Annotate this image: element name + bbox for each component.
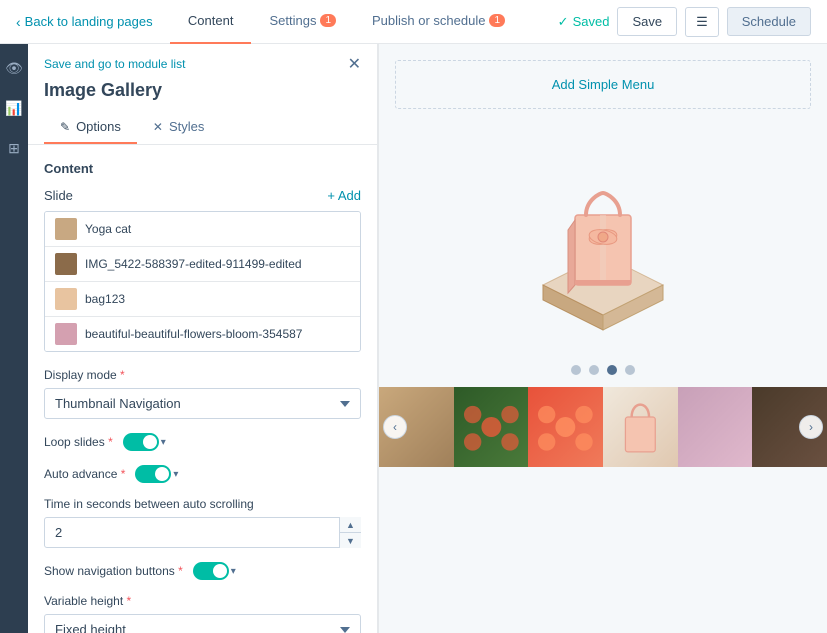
slide-list: Yoga cat IMG_5422-588397-edited-911499-e… [44, 211, 361, 352]
show-nav-label: Show navigation buttons * [44, 564, 183, 578]
loop-slides-switch[interactable] [123, 433, 159, 451]
display-mode-select[interactable]: Thumbnail Navigation Slideshow Grid [44, 388, 361, 419]
time-input[interactable] [44, 517, 361, 548]
slide-thumb-2 [55, 253, 77, 275]
thumbnails-row: ‹ › [379, 387, 827, 467]
nav-tabs: Content Settings 1 Publish or schedule 1 [170, 0, 523, 44]
thumb-3[interactable] [528, 387, 603, 467]
variable-height-label: Variable height * [44, 594, 361, 608]
panel-header: Save and go to module list ✕ Image Galle… [28, 44, 377, 145]
panel-title: Image Gallery [44, 80, 361, 111]
loop-slides-label: Loop slides * [44, 435, 113, 449]
check-icon: ✓ [558, 14, 569, 30]
variable-height-field: Variable height * Fixed height Variable … [44, 594, 361, 633]
required-indicator: * [120, 368, 125, 382]
dot-1[interactable] [571, 365, 581, 375]
tab-styles[interactable]: ✕ Styles [137, 111, 220, 144]
auto-advance-label: Auto advance * [44, 467, 125, 481]
schedule-button[interactable]: Schedule [727, 7, 811, 36]
add-menu-text[interactable]: Add Simple Menu [552, 77, 655, 92]
time-input-wrap: ▲ ▼ [44, 517, 361, 548]
toggle-arrow-icon[interactable]: ▾ [161, 437, 166, 448]
add-slide-link[interactable]: + Add [327, 188, 361, 203]
nav-actions: ✓ Saved Save ☰ Schedule [558, 7, 811, 37]
dot-3[interactable] [607, 365, 617, 375]
auto-advance-switch[interactable] [135, 465, 171, 483]
saved-status: ✓ Saved [558, 14, 610, 30]
slide-item[interactable]: IMG_5422-588397-edited-911499-edited [45, 247, 360, 282]
tab-publish[interactable]: Publish or schedule 1 [354, 0, 523, 44]
preview-area: Add Simple Menu [379, 44, 827, 633]
tab-settings[interactable]: Settings 1 [251, 0, 354, 44]
thumb-2[interactable] [454, 387, 529, 467]
save-module-link[interactable]: Save and go to module list [44, 57, 185, 71]
sidebar-icons: 👁 📊 ⊞ [0, 44, 28, 633]
slide-thumb-1 [55, 218, 77, 240]
x-icon: ✕ [153, 120, 163, 134]
time-field: Time in seconds between auto scrolling ▲… [44, 497, 361, 548]
slide-item[interactable]: bag123 [45, 282, 360, 317]
panel-body: Content Slide + Add Yoga cat IMG_5422-58… [28, 145, 377, 633]
bag-illustration [523, 155, 683, 335]
decrement-button[interactable]: ▼ [340, 533, 361, 548]
publish-badge: 1 [489, 14, 505, 27]
close-panel-button[interactable]: ✕ [348, 54, 361, 74]
time-label: Time in seconds between auto scrolling [44, 497, 361, 511]
gallery-preview: ‹ › [379, 125, 827, 467]
number-arrows: ▲ ▼ [339, 517, 361, 548]
tab-content[interactable]: Content [170, 0, 252, 44]
slide-label: Slide [44, 188, 73, 203]
auto-advance-toggle[interactable]: ▾ [135, 465, 178, 483]
tab-options[interactable]: ✎ Options [44, 111, 137, 144]
slide-thumb-4 [55, 323, 77, 345]
thumb-5[interactable] [678, 387, 753, 467]
editor-panel: Save and go to module list ✕ Image Galle… [28, 44, 378, 633]
thumb-4[interactable] [603, 387, 678, 467]
pencil-icon: ✎ [60, 120, 70, 134]
slide-header: Slide + Add [44, 188, 361, 203]
settings-badge: 1 [320, 14, 336, 27]
eye-icon[interactable]: 👁 [0, 54, 28, 82]
show-nav-toggle[interactable]: ▾ [193, 562, 236, 580]
add-menu-bar[interactable]: Add Simple Menu [395, 60, 811, 109]
slide-thumb-3 [55, 288, 77, 310]
variable-height-select[interactable]: Fixed height Variable height [44, 614, 361, 633]
grid-view-button[interactable]: ☰ [685, 7, 719, 37]
dot-2[interactable] [589, 365, 599, 375]
show-nav-row: Show navigation buttons * ▾ [44, 562, 361, 580]
main-image-area [483, 125, 723, 365]
panel-tabs: ✎ Options ✕ Styles [44, 111, 361, 144]
section-title: Content [44, 161, 361, 176]
loop-slides-toggle[interactable]: ▾ [123, 433, 166, 451]
dot-4[interactable] [625, 365, 635, 375]
slide-name-3: bag123 [85, 292, 125, 306]
main-image [503, 145, 703, 345]
modules-icon[interactable]: ⊞ [0, 134, 28, 162]
display-mode-field: Display mode * Thumbnail Navigation Slid… [44, 368, 361, 419]
show-nav-arrow-icon[interactable]: ▾ [231, 566, 236, 577]
slider-dots [571, 365, 635, 375]
loop-slides-row: Loop slides * ▾ [44, 433, 361, 451]
thumb-strip [379, 387, 827, 467]
back-link-text: Back to landing pages [25, 14, 153, 29]
slide-name-1: Yoga cat [85, 222, 131, 236]
slide-item[interactable]: Yoga cat [45, 212, 360, 247]
back-arrow-icon: ‹ [16, 14, 21, 30]
show-nav-switch[interactable] [193, 562, 229, 580]
back-link[interactable]: ‹ Back to landing pages [16, 14, 153, 30]
display-mode-label: Display mode * [44, 368, 361, 382]
chart-icon[interactable]: 📊 [0, 94, 28, 122]
auto-advance-arrow-icon[interactable]: ▾ [173, 469, 178, 480]
auto-advance-row: Auto advance * ▾ [44, 465, 361, 483]
thumb-prev-button[interactable]: ‹ [383, 415, 407, 439]
slide-name-2: IMG_5422-588397-edited-911499-edited [85, 257, 302, 271]
slide-item[interactable]: beautiful-beautiful-flowers-bloom-354587 [45, 317, 360, 351]
save-button[interactable]: Save [617, 7, 677, 36]
thumb-next-button[interactable]: › [799, 415, 823, 439]
slide-name-4: beautiful-beautiful-flowers-bloom-354587 [85, 327, 302, 341]
increment-button[interactable]: ▲ [340, 517, 361, 533]
